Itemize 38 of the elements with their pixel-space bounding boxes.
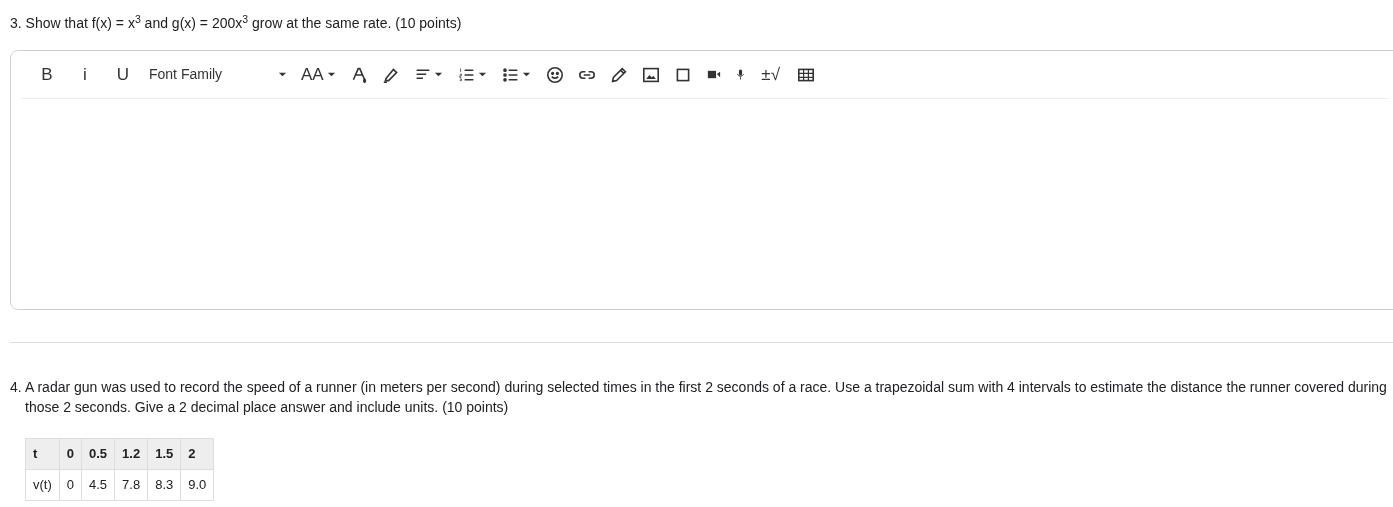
table-cell: 0.5 [81, 438, 115, 470]
table-cell: 9.0 [180, 469, 214, 501]
format-button[interactable]: ±√ [752, 59, 789, 90]
format-button[interactable]: B [29, 59, 65, 90]
font-color-icon [350, 66, 367, 83]
bullet-list-icon [502, 66, 519, 83]
numbered-list-icon [458, 66, 475, 83]
table-cell: 1.5 [147, 438, 181, 470]
table-cell: 4.5 [81, 469, 115, 501]
font-family-dropdown[interactable]: Font Family [143, 59, 293, 90]
caret-icon [326, 70, 336, 79]
video-camera-icon [706, 70, 721, 79]
table-cell: v(t) [25, 469, 60, 501]
table-cell: 0 [59, 469, 82, 501]
table-cell: 7.8 [114, 469, 148, 501]
image-icon [642, 66, 659, 83]
question-text: 3. Show that f(x) = x$^{3}$ and g(x) = 200x$^{3}$ grow at the same rate. (10 points) [10, 13, 462, 33]
font-size-dropdown[interactable]: AA [295, 59, 342, 90]
table-cell: 8.3 [147, 469, 181, 501]
caret-icon [477, 70, 487, 79]
format-button[interactable]: i [67, 59, 103, 90]
format-button[interactable]: U [105, 59, 141, 90]
table-cell: 1.2 [114, 438, 148, 470]
caret-icon [433, 70, 443, 79]
table-cell: 0 [59, 438, 82, 470]
caret-icon [278, 70, 287, 79]
question-number: 4. [10, 378, 23, 397]
caret-icon [521, 70, 531, 79]
rich-text-editor[interactable]: B i U Font Family AA ±√ [10, 50, 1393, 310]
table-icon [797, 66, 814, 83]
smiley-icon [546, 66, 563, 83]
microphone-icon [736, 69, 744, 80]
table-cell: 2 [180, 438, 214, 470]
square-icon [674, 66, 691, 83]
table-cell: t [25, 438, 60, 470]
highlighter-icon [382, 66, 399, 83]
pencil-icon [610, 66, 627, 83]
question-text: A radar gun was used to record the speed of a runner (in meters per second) during selected times in the first 2 seconds of a race. Use a trapezoidal sum with 4 intervals to estimate the distance the runner covered during those 2 seconds. Give a 2 decimal place answer and include units. (10 points) [25, 378, 1387, 417]
